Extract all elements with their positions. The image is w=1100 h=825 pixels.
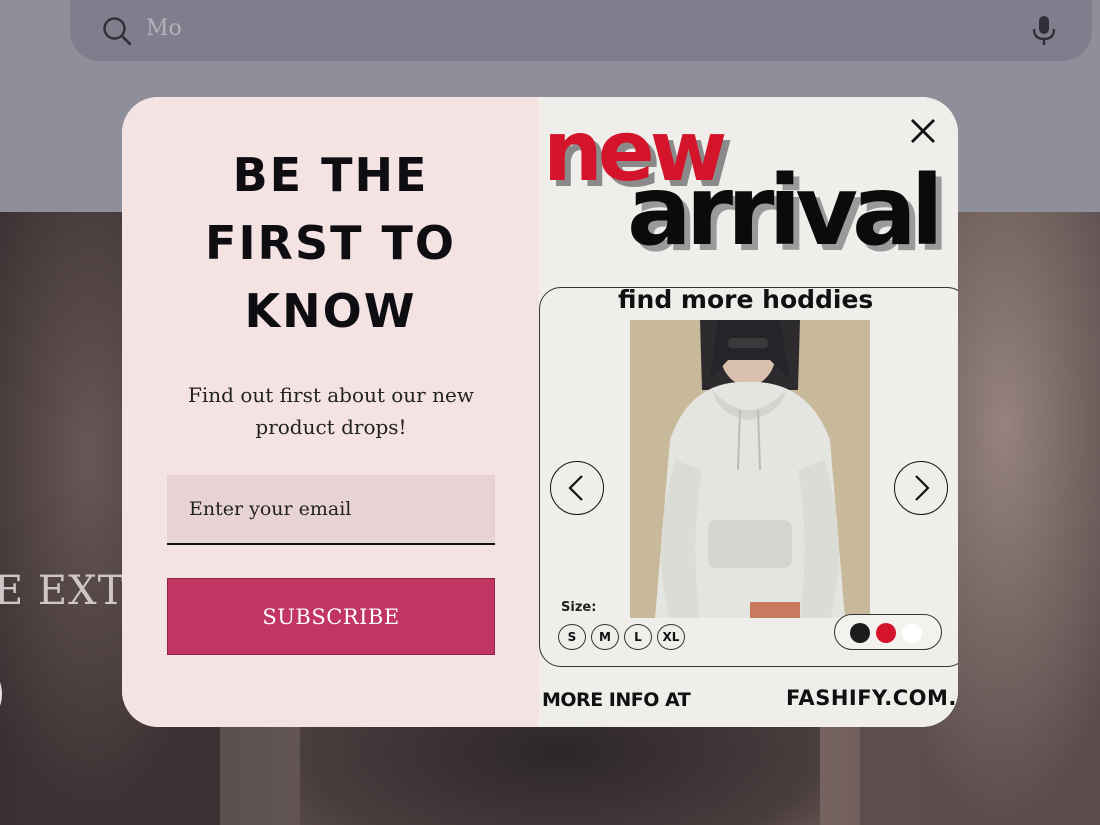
color-swatch-white[interactable]	[902, 623, 922, 643]
headline-line-3: KNOW	[244, 284, 417, 338]
carousel-prev-button[interactable]	[550, 461, 604, 515]
headline-line-1: BE THE	[232, 148, 429, 202]
hero-heading: E EXTI	[0, 568, 143, 614]
size-option-s[interactable]: S	[558, 624, 586, 650]
size-option-xl[interactable]: XL	[657, 624, 685, 650]
color-swatch-red[interactable]	[876, 623, 896, 643]
size-label: Size:	[561, 600, 597, 615]
promo-website: FASHIFY.COM.C	[786, 686, 958, 710]
popup-promo-image: new arrival find more hoddies Size: S M …	[539, 97, 958, 727]
size-options: S M L XL	[558, 624, 685, 650]
headline-line-2: FIRST TO	[205, 216, 456, 270]
popup-signup-panel: BE THE FIRST TO KNOW Find out first abou…	[122, 97, 539, 727]
newsletter-popup: BE THE FIRST TO KNOW Find out first abou…	[122, 97, 958, 727]
carousel-next-button[interactable]	[894, 461, 948, 515]
search-icon	[103, 17, 132, 46]
subscribe-button[interactable]: SUBSCRIBE	[167, 578, 495, 655]
chevron-left-icon	[568, 475, 583, 501]
chevron-right-icon	[915, 475, 930, 501]
color-options	[834, 614, 942, 650]
search-input[interactable]: Mo	[146, 16, 182, 41]
popup-subtext: Find out first about our new product dro…	[188, 383, 474, 439]
search-bar[interactable]: Mo	[70, 0, 1092, 61]
size-option-l[interactable]: L	[624, 624, 652, 650]
promo-more-info: MORE INFO AT	[542, 689, 691, 711]
size-option-m[interactable]: M	[591, 624, 619, 650]
promo-arrival-title: arrival	[627, 155, 944, 267]
promo-find-more: find more hoddies	[618, 285, 874, 314]
color-swatch-black[interactable]	[850, 623, 870, 643]
popup-headline: BE THE FIRST TO KNOW	[122, 141, 539, 345]
email-field[interactable]	[167, 475, 495, 545]
microphone-icon[interactable]	[1030, 14, 1058, 46]
hoodie-product-photo	[630, 320, 870, 618]
close-icon[interactable]	[905, 113, 941, 149]
